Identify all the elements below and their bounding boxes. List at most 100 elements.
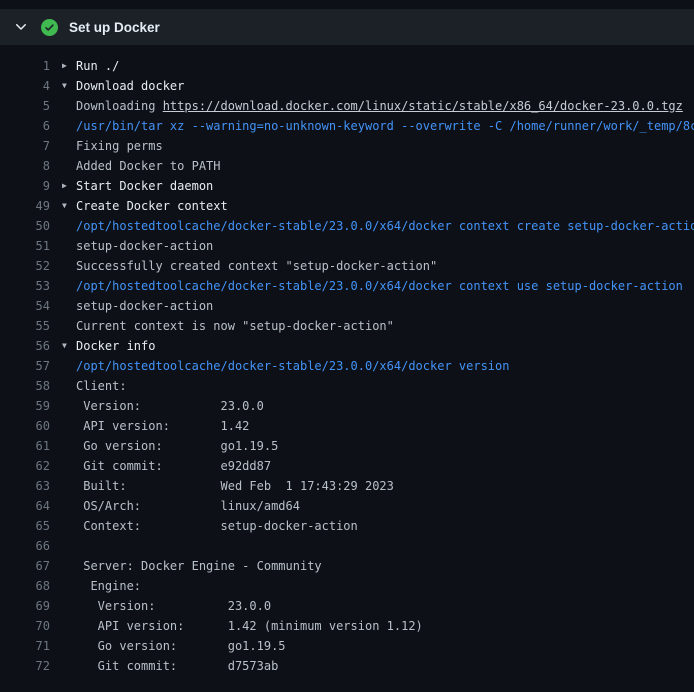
log-line: 50/opt/hostedtoolcache/docker-stable/23.…	[0, 216, 694, 236]
group-expanded-icon[interactable]: ▼	[62, 336, 76, 356]
log-text: API version: 1.42	[76, 416, 249, 436]
line-number[interactable]: 60	[0, 416, 50, 436]
line-number[interactable]: 71	[0, 636, 50, 656]
arrow-spacer	[62, 116, 76, 136]
log-command-text: /opt/hostedtoolcache/docker-stable/23.0.…	[76, 219, 694, 233]
line-number[interactable]: 55	[0, 316, 50, 336]
log-text: Built: Wed Feb 1 17:43:29 2023	[76, 476, 394, 496]
log-text: /usr/bin/tar xz --warning=no-unknown-key…	[76, 116, 694, 136]
log-plain-text: Create Docker context	[76, 199, 228, 213]
log-text: Client:	[76, 376, 127, 396]
chevron-down-icon[interactable]	[13, 19, 29, 35]
log-text: Version: 23.0.0	[76, 596, 271, 616]
line-number[interactable]: 9	[0, 176, 50, 196]
log-url-link[interactable]: https://download.docker.com/linux/static…	[163, 99, 683, 113]
log-plain-text: Download docker	[76, 79, 184, 93]
line-number[interactable]: 53	[0, 276, 50, 296]
line-number[interactable]: 5	[0, 96, 50, 116]
line-number[interactable]: 64	[0, 496, 50, 516]
log-group-row[interactable]: 56 ▼Docker info	[0, 336, 694, 356]
line-number[interactable]: 72	[0, 656, 50, 676]
log-text: Docker info	[76, 336, 155, 356]
line-number[interactable]: 51	[0, 236, 50, 256]
log-plain-text: Version: 23.0.0	[76, 599, 271, 613]
group-collapsed-icon[interactable]: ▶	[62, 56, 76, 76]
line-number[interactable]: 56	[0, 336, 50, 356]
log-line: 55 Current context is now "setup-docker-a…	[0, 316, 694, 336]
log-text: Successfully created context "setup-dock…	[76, 256, 437, 276]
arrow-spacer	[62, 556, 76, 576]
log-text: Git commit: e92dd87	[76, 456, 271, 476]
log-line: 62 Git commit: e92dd87	[0, 456, 694, 476]
step-header[interactable]: Set up Docker	[0, 9, 694, 45]
group-expanded-icon[interactable]: ▼	[62, 76, 76, 96]
check-circle-icon	[41, 19, 58, 36]
log-line: 69 Version: 23.0.0	[0, 596, 694, 616]
log-plain-text: Current context is now "setup-docker-act…	[76, 319, 394, 333]
log-line: 53/opt/hostedtoolcache/docker-stable/23.…	[0, 276, 694, 296]
line-number[interactable]: 6	[0, 116, 50, 136]
log-text: Engine:	[76, 576, 141, 596]
group-expanded-icon[interactable]: ▼	[62, 196, 76, 216]
log-plain-text: Run ./	[76, 59, 119, 73]
arrow-spacer	[62, 216, 76, 236]
log-command-text: /opt/hostedtoolcache/docker-stable/23.0.…	[76, 359, 509, 373]
log-group-row[interactable]: 9 ▶Start Docker daemon	[0, 176, 694, 196]
log-plain-text: API version: 1.42 (minimum version 1.12)	[76, 619, 423, 633]
arrow-spacer	[62, 436, 76, 456]
line-number[interactable]: 59	[0, 396, 50, 416]
arrow-spacer	[62, 376, 76, 396]
log-text: setup-docker-action	[76, 296, 213, 316]
log-line: 61 Go version: go1.19.5	[0, 436, 694, 456]
line-number[interactable]: 67	[0, 556, 50, 576]
arrow-spacer	[62, 616, 76, 636]
log-text: Download docker	[76, 76, 184, 96]
line-number[interactable]: 49	[0, 196, 50, 216]
log-line: 66	[0, 536, 694, 556]
line-number[interactable]: 69	[0, 596, 50, 616]
line-number[interactable]: 62	[0, 456, 50, 476]
log-plain-text: Fixing perms	[76, 139, 163, 153]
arrow-spacer	[62, 456, 76, 476]
line-number[interactable]: 58	[0, 376, 50, 396]
line-number[interactable]: 70	[0, 616, 50, 636]
log-plain-text: Engine:	[76, 579, 141, 593]
log-line: 6/usr/bin/tar xz --warning=no-unknown-ke…	[0, 116, 694, 136]
log-group-row[interactable]: 4 ▼Download docker	[0, 76, 694, 96]
line-number[interactable]: 1	[0, 56, 50, 76]
arrow-spacer	[62, 96, 76, 116]
log-plain-text: Go version: go1.19.5	[76, 639, 286, 653]
line-number[interactable]: 4	[0, 76, 50, 96]
line-number[interactable]: 63	[0, 476, 50, 496]
log-plain-text: Start Docker daemon	[76, 179, 213, 193]
log-line: 68 Engine:	[0, 576, 694, 596]
log-group-row[interactable]: 49 ▼Create Docker context	[0, 196, 694, 216]
log-line: 57/opt/hostedtoolcache/docker-stable/23.…	[0, 356, 694, 376]
line-number[interactable]: 50	[0, 216, 50, 236]
line-number[interactable]: 8	[0, 156, 50, 176]
line-number[interactable]: 57	[0, 356, 50, 376]
line-number[interactable]: 61	[0, 436, 50, 456]
log-text: Current context is now "setup-docker-act…	[76, 316, 394, 336]
log-line: 63 Built: Wed Feb 1 17:43:29 2023	[0, 476, 694, 496]
log-plain-text: Server: Docker Engine - Community	[76, 559, 322, 573]
arrow-spacer	[62, 316, 76, 336]
arrow-spacer	[62, 356, 76, 376]
log-area: 1▶Run ./4▼Download docker5Downloading ht…	[0, 45, 694, 676]
group-collapsed-icon[interactable]: ▶	[62, 176, 76, 196]
line-number[interactable]: 65	[0, 516, 50, 536]
log-line: 54 setup-docker-action	[0, 296, 694, 316]
log-text: API version: 1.42 (minimum version 1.12)	[76, 616, 423, 636]
line-number[interactable]: 54	[0, 296, 50, 316]
arrow-spacer	[62, 296, 76, 316]
log-line: 51setup-docker-action	[0, 236, 694, 256]
log-group-row[interactable]: 1 ▶Run ./	[0, 56, 694, 76]
line-number[interactable]: 68	[0, 576, 50, 596]
arrow-spacer	[62, 416, 76, 436]
line-number[interactable]: 52	[0, 256, 50, 276]
line-number[interactable]: 7	[0, 136, 50, 156]
log-plain-text: Added Docker to PATH	[76, 159, 221, 173]
line-number[interactable]: 66	[0, 536, 50, 556]
log-plain-text: setup-docker-action	[76, 299, 213, 313]
log-command-text: /opt/hostedtoolcache/docker-stable/23.0.…	[76, 279, 683, 293]
